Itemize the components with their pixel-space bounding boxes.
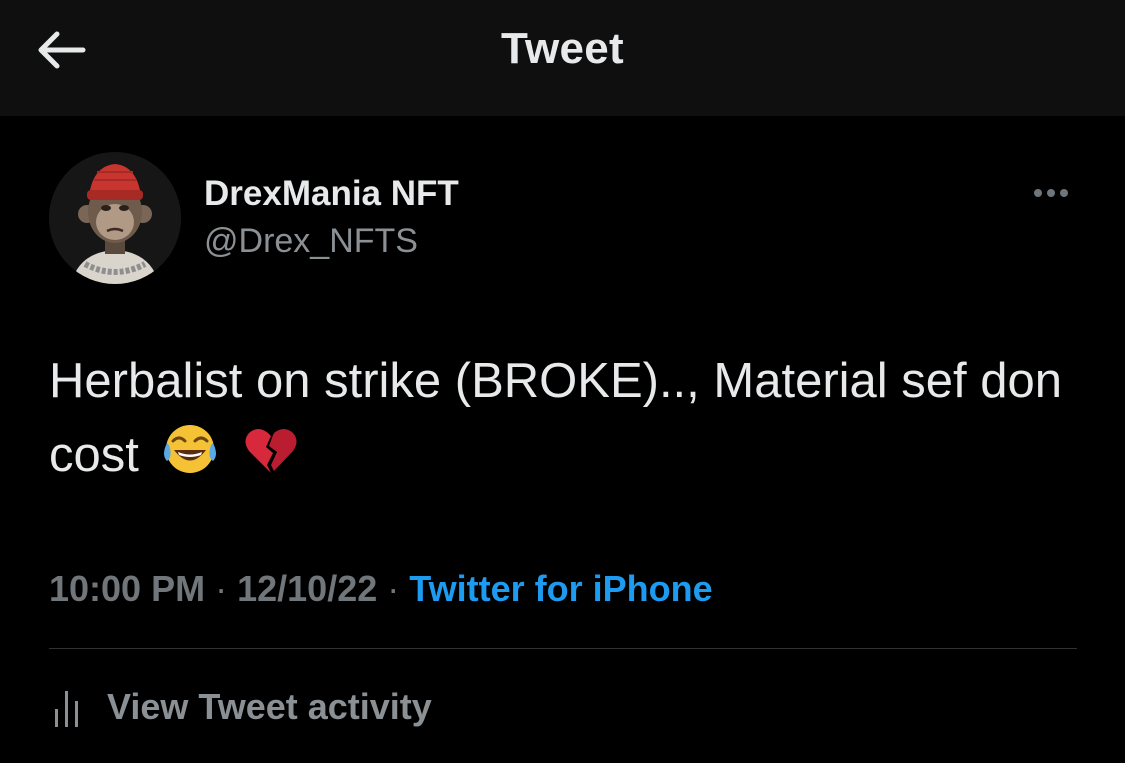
tweet-source-link[interactable]: Twitter for iPhone	[409, 568, 712, 609]
tweet-date: 12/10/22	[237, 568, 378, 609]
tweet-time: 10:00 PM	[49, 568, 206, 609]
meta-separator: ·	[215, 568, 228, 609]
page-title: Tweet	[501, 24, 624, 73]
divider	[49, 648, 1077, 649]
more-dot	[1047, 189, 1055, 197]
view-tweet-activity-button[interactable]: View Tweet activity	[49, 682, 432, 732]
bar-chart-icon	[55, 691, 78, 727]
tweet-meta: 10:00 PM · 12/10/22 · Twitter for iPhone	[49, 568, 713, 610]
avatar[interactable]	[49, 152, 181, 284]
author-handle[interactable]: @Drex_NFTS	[204, 222, 418, 261]
meta-separator: ·	[387, 568, 400, 609]
more-dots-icon	[1034, 189, 1042, 197]
tweet-text: Herbalist on strike (BROKE).., Material …	[49, 344, 1079, 492]
author-display-name[interactable]: DrexMania NFT	[204, 174, 459, 214]
top-app-bar: Tweet	[0, 0, 1125, 116]
more-dot	[1060, 189, 1068, 197]
broken-heart-emoji	[240, 421, 302, 477]
ape-nft-avatar	[49, 152, 181, 284]
more-options-button[interactable]	[1025, 178, 1077, 208]
face-with-tears-of-joy-emoji	[159, 421, 221, 477]
view-tweet-activity-label: View Tweet activity	[107, 686, 432, 727]
